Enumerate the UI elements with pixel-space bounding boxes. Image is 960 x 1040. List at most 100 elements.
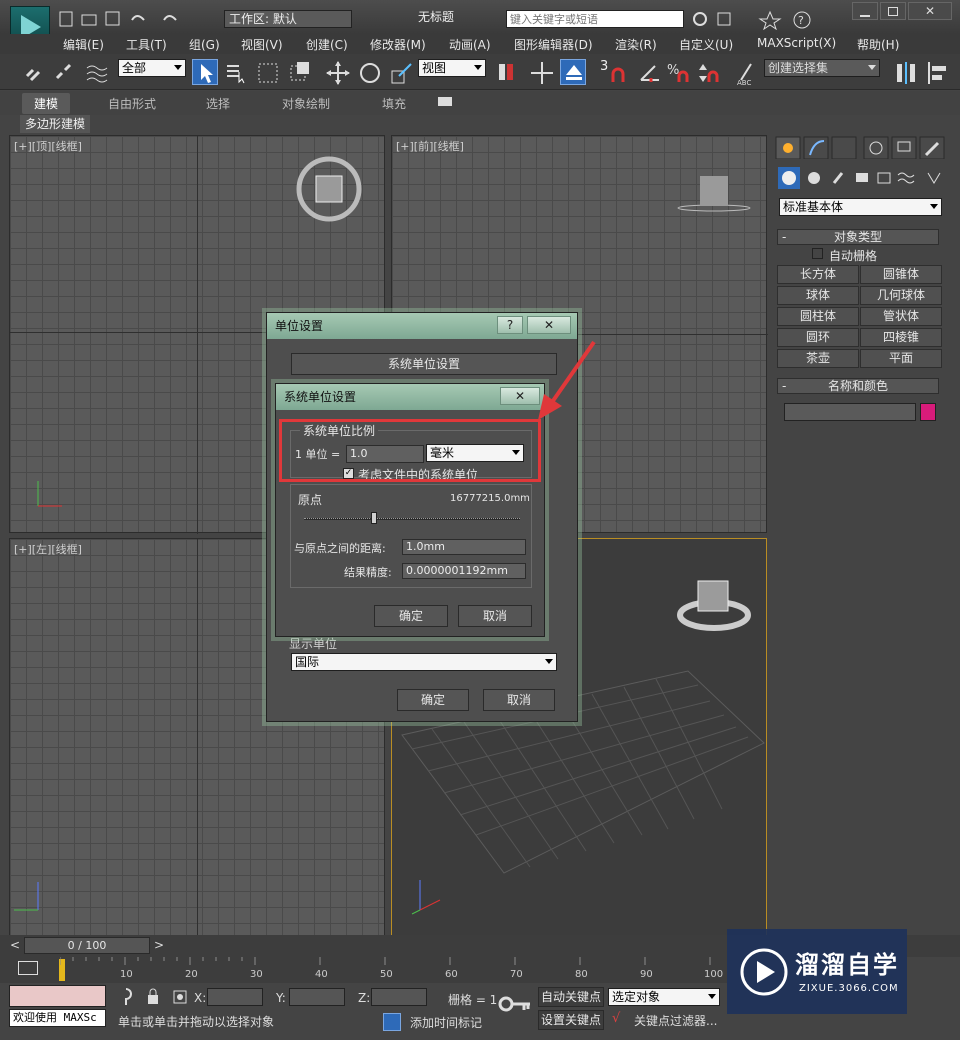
viewport-left-label[interactable]: [+][左][线框] <box>14 541 82 557</box>
menu-view[interactable]: 视图(V) <box>241 36 283 53</box>
time-slider-track[interactable]: 0 / 100 <box>24 937 150 954</box>
menu-graph-editors[interactable]: 图形编辑器(D) <box>514 36 593 53</box>
menu-maxscript[interactable]: MAXScript(X) <box>757 36 836 50</box>
track-bar[interactable]: 10 20 30 40 50 60 70 80 90 100 <box>0 957 730 983</box>
close-button[interactable]: ✕ <box>908 2 952 20</box>
units-ok-button[interactable]: 确定 <box>397 689 469 711</box>
ribbon-sub-label[interactable]: 多边形建模 <box>20 115 91 133</box>
ribbon-options-icon[interactable] <box>438 97 452 106</box>
selection-filter-select[interactable]: 全部 <box>118 59 186 77</box>
angle-snap-icon[interactable] <box>636 59 662 85</box>
edit-named-selection-icon[interactable]: ABC <box>732 59 758 87</box>
primitive-type-select[interactable]: 标准基本体 <box>779 198 942 216</box>
isolate-lock-icons[interactable] <box>116 987 194 1007</box>
cylinder-button[interactable]: 圆柱体 <box>777 307 859 326</box>
scale-icon[interactable] <box>388 59 414 85</box>
curve-editor-icon[interactable] <box>18 961 38 975</box>
pyramid-button[interactable]: 四棱锥 <box>860 328 942 347</box>
object-color-swatch[interactable] <box>920 403 936 421</box>
geosphere-button[interactable]: 几何球体 <box>860 286 942 305</box>
menu-rendering[interactable]: 渲染(R) <box>615 36 657 53</box>
cone-button[interactable]: 圆锥体 <box>860 265 942 284</box>
percent-snap-icon[interactable]: % <box>664 59 690 85</box>
viewport-top-label[interactable]: [+][顶][线框] <box>14 138 82 154</box>
help-button[interactable]: ? <box>497 316 523 334</box>
search-input[interactable] <box>506 10 684 28</box>
next-frame-button[interactable]: > <box>154 938 164 952</box>
viewport-front-label[interactable]: [+][前][线框] <box>396 138 464 154</box>
z-coord-field[interactable] <box>371 988 427 1006</box>
pivot-center-icon[interactable] <box>492 59 518 85</box>
viewcube-icon[interactable] <box>674 166 754 216</box>
maximize-button[interactable] <box>880 2 906 20</box>
maxscript-listener-mini[interactable] <box>9 985 106 1007</box>
origin-slider-thumb[interactable] <box>371 512 377 524</box>
named-selection-select[interactable]: 创建选择集 <box>764 59 880 77</box>
menu-group[interactable]: 组(G) <box>189 36 220 53</box>
menu-customize[interactable]: 自定义(U) <box>679 36 733 53</box>
y-coord-field[interactable] <box>289 988 345 1006</box>
infocenter-icons[interactable]: ? <box>690 10 830 30</box>
key-filters-button[interactable]: 关键点过滤器... <box>634 1012 717 1029</box>
mirror-icon[interactable] <box>892 59 918 85</box>
name-color-rollout[interactable]: - 名称和颜色 <box>777 378 939 394</box>
origin-slider-track[interactable] <box>304 518 520 520</box>
tab-populate[interactable]: 填充 <box>382 95 406 112</box>
tab-object-paint[interactable]: 对象绘制 <box>282 95 330 112</box>
system-unit-ok-button[interactable]: 确定 <box>374 605 448 627</box>
set-key-icon[interactable] <box>498 993 532 1015</box>
lighting-units-select[interactable]: 国际 <box>291 653 557 671</box>
tab-modeling[interactable]: 建模 <box>22 93 71 114</box>
distance-input[interactable]: 1.0mm <box>402 539 526 555</box>
minimize-button[interactable] <box>852 2 878 20</box>
welcome-text[interactable]: 欢迎使用 MAXSc <box>9 1009 106 1027</box>
tube-button[interactable]: 管状体 <box>860 307 942 326</box>
auto-key-button[interactable]: 自动关键点 <box>538 987 604 1007</box>
rotate-icon[interactable] <box>356 59 382 85</box>
menu-edit[interactable]: 编辑(E) <box>63 36 104 53</box>
move-icon[interactable] <box>324 59 350 85</box>
box-button[interactable]: 长方体 <box>777 265 859 284</box>
add-time-tag-icon[interactable] <box>383 1013 401 1031</box>
select-object-icon[interactable] <box>192 59 218 85</box>
menu-animation[interactable]: 动画(A) <box>449 36 491 53</box>
window-crossing-icon[interactable] <box>286 59 312 85</box>
menu-tools[interactable]: 工具(T) <box>126 36 167 53</box>
x-coord-field[interactable] <box>207 988 263 1006</box>
rect-select-region-icon[interactable] <box>254 59 280 85</box>
command-tabs[interactable] <box>774 135 954 159</box>
tab-freeform[interactable]: 自由形式 <box>108 95 156 112</box>
menu-help[interactable]: 帮助(H) <box>857 36 899 53</box>
keyboard-shortcut-toggle-icon[interactable] <box>560 59 586 85</box>
ref-coord-select[interactable]: 视图 <box>418 59 486 77</box>
quick-access-icons[interactable] <box>58 10 198 28</box>
create-category-icons[interactable] <box>778 167 946 189</box>
tab-selection[interactable]: 选择 <box>206 95 230 112</box>
system-unit-cancel-button[interactable]: 取消 <box>458 605 532 627</box>
unlink-icon[interactable] <box>50 59 76 85</box>
viewcube-icon[interactable] <box>294 154 364 224</box>
align-icon[interactable] <box>924 59 950 85</box>
object-name-field[interactable] <box>784 403 916 421</box>
sphere-button[interactable]: 球体 <box>777 286 859 305</box>
units-cancel-button[interactable]: 取消 <box>483 689 555 711</box>
set-key-button[interactable]: 设置关键点 <box>538 1010 604 1030</box>
prev-frame-button[interactable]: < <box>10 938 20 952</box>
workspace-select[interactable]: 工作区: 默认 <box>224 10 352 28</box>
spinner-snap-icon[interactable] <box>694 59 720 85</box>
select-by-name-icon[interactable] <box>222 59 248 85</box>
auto-grid-checkbox[interactable] <box>812 248 823 259</box>
object-type-rollout[interactable]: - 对象类型 <box>777 229 939 245</box>
menu-modifiers[interactable]: 修改器(M) <box>370 36 426 53</box>
add-time-tag-button[interactable]: 添加时间标记 <box>410 1014 482 1031</box>
snap-toggle-icon[interactable] <box>604 59 630 85</box>
system-unit-setup-button[interactable]: 系统单位设置 <box>291 353 557 375</box>
menu-create[interactable]: 创建(C) <box>306 36 348 53</box>
teapot-button[interactable]: 茶壶 <box>777 349 859 368</box>
viewcube-icon[interactable] <box>674 571 754 635</box>
torus-button[interactable]: 圆环 <box>777 328 859 347</box>
key-selection-select[interactable]: 选定对象 <box>608 988 720 1006</box>
bind-space-warp-icon[interactable] <box>82 59 108 85</box>
plane-button[interactable]: 平面 <box>860 349 942 368</box>
select-manipulate-icon[interactable] <box>528 59 554 85</box>
